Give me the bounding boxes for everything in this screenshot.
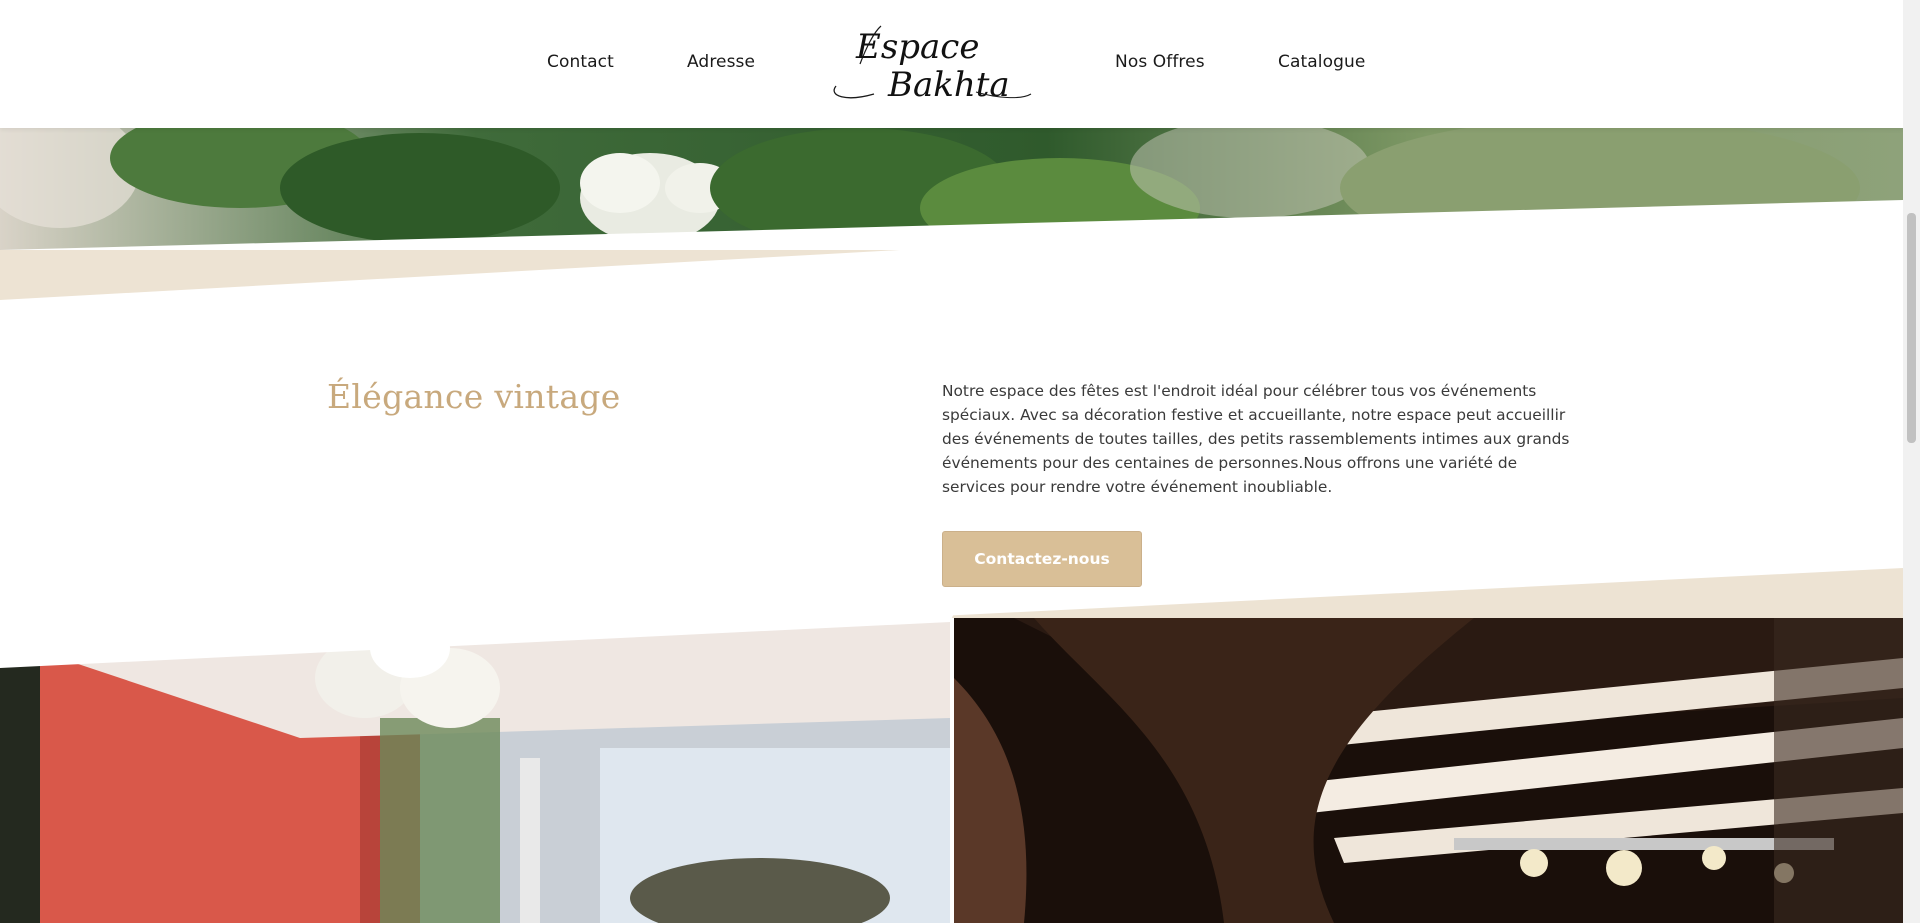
logo-text-line2: Bakhta xyxy=(887,65,1010,105)
nav-link-nos-offres[interactable]: Nos Offres xyxy=(1115,52,1205,72)
page-scrollbar[interactable] xyxy=(1903,0,1920,923)
site-logo[interactable]: Espace Bakhta xyxy=(826,18,1036,108)
site-header: Contact Adresse Espace Bakhta Nos Offres… xyxy=(0,0,1903,128)
nav-link-contact[interactable]: Contact xyxy=(547,52,614,72)
scrollbar-thumb[interactable] xyxy=(1907,213,1916,443)
contact-us-button[interactable]: Contactez-nous xyxy=(942,531,1142,587)
section-description: Notre espace des fêtes est l'endroit idé… xyxy=(942,382,1570,496)
logo-text-line1: Espace xyxy=(855,27,979,67)
section-title: Élégance vintage xyxy=(327,377,621,416)
photo-diagonal-mask xyxy=(0,600,960,668)
nav-link-catalogue[interactable]: Catalogue xyxy=(1278,52,1365,72)
nav-link-adresse[interactable]: Adresse xyxy=(687,52,755,72)
diagonal-divider-top xyxy=(0,200,1903,305)
gallery-photo-right xyxy=(954,618,1903,923)
